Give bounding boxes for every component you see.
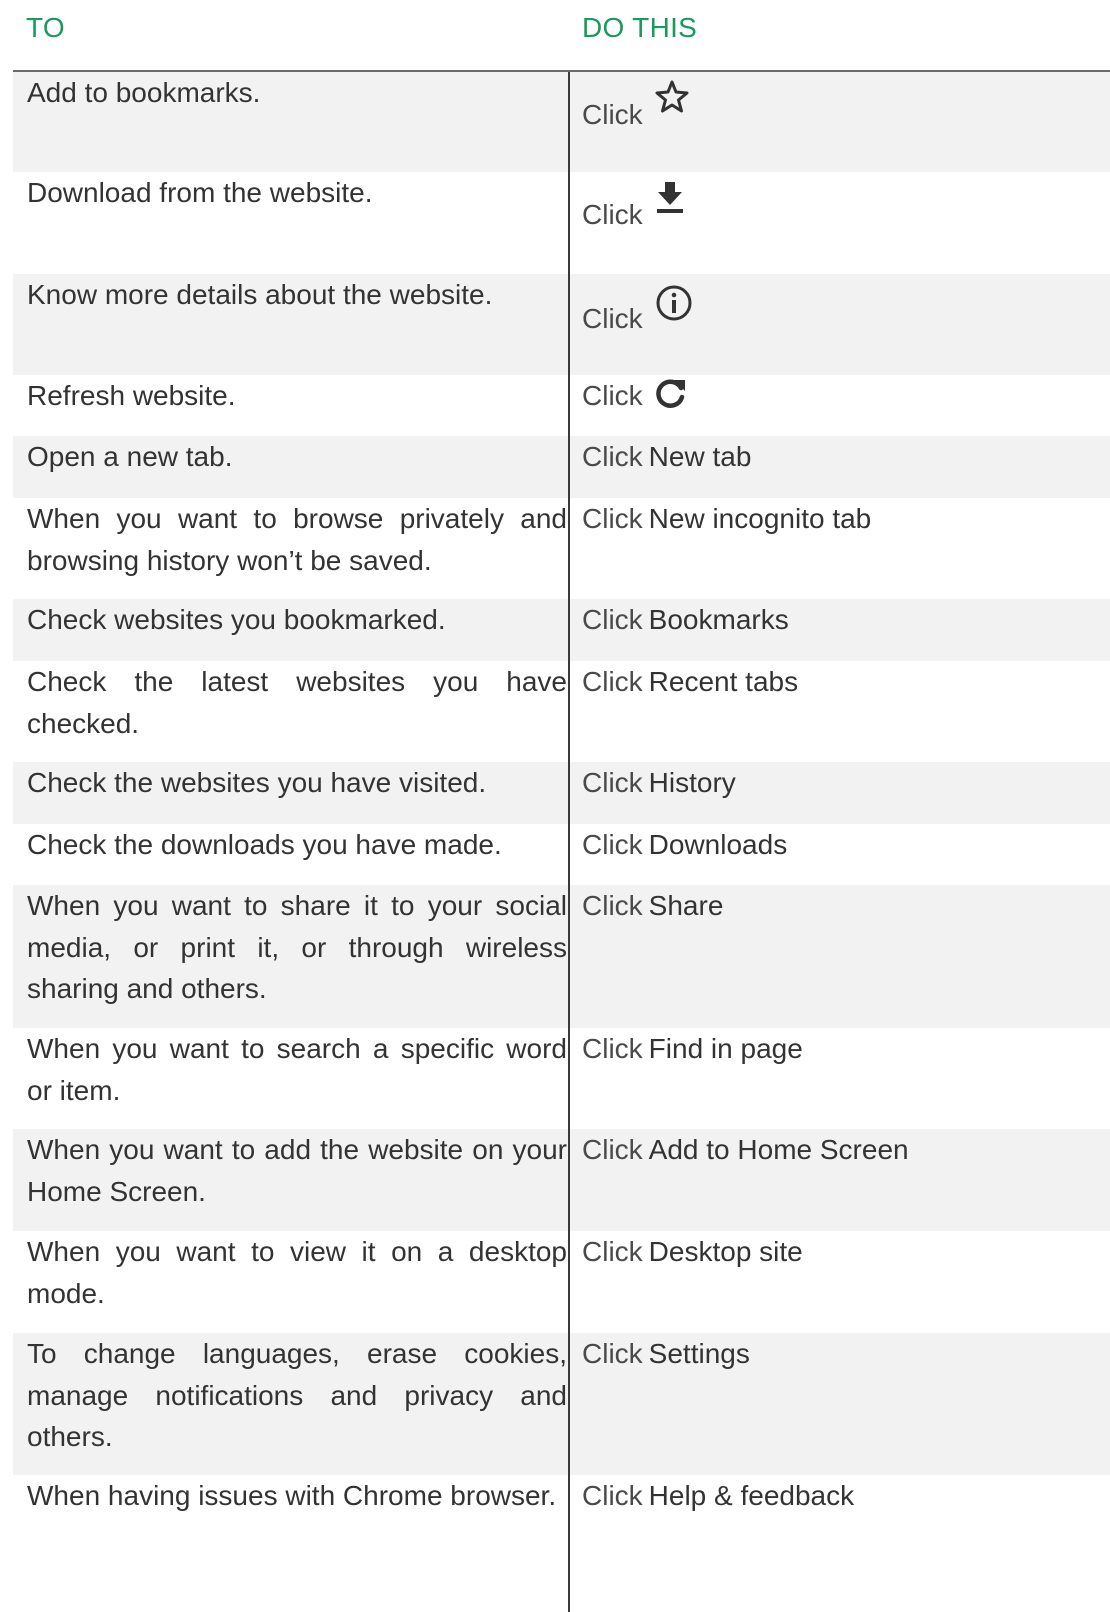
row-do-cell: Click Settings	[582, 1333, 1102, 1375]
click-label: Click	[582, 1480, 643, 1511]
download-icon	[655, 180, 685, 228]
action-label: Bookmarks	[648, 604, 789, 635]
click-label: Click	[582, 1236, 643, 1267]
click-label: Click	[582, 829, 643, 860]
table-row: Open a new tab. Click New tab	[13, 436, 1110, 498]
row-do-cell: Click	[582, 182, 1102, 236]
action-label: Recent tabs	[648, 666, 799, 697]
click-label: Click	[582, 604, 643, 635]
refresh-icon	[655, 377, 687, 421]
column-divider	[568, 72, 570, 1612]
instructions-table: Add to bookmarks. Click Download from th…	[13, 72, 1110, 1612]
action-label: History	[648, 767, 736, 798]
table-row: Check the latest websites you have check…	[13, 661, 1110, 762]
row-to-text: Add to bookmarks.	[27, 77, 261, 108]
row-do-cell: Click Help & feedback	[582, 1475, 1102, 1517]
table-row: Check the downloads you have made. Click…	[13, 824, 1110, 885]
row-to-text: Know more details about the website.	[27, 279, 493, 310]
table-row: When you want to share it to your social…	[13, 885, 1110, 1028]
click-label: Click	[582, 767, 643, 798]
click-label: Click	[582, 380, 643, 411]
action-label: Desktop site	[648, 1236, 803, 1267]
info-icon	[655, 284, 693, 334]
table-row: Check websites you bookmarked. Click Book…	[13, 599, 1110, 661]
row-do-cell: Click Downloads	[582, 824, 1102, 866]
row-do-cell: Click New tab	[582, 436, 1102, 478]
star-outline-icon	[655, 80, 689, 126]
action-label: Downloads	[648, 829, 788, 860]
header-to: TO	[26, 12, 65, 43]
table-row: Add to bookmarks. Click	[13, 72, 1110, 172]
table-row: When having issues with Chrome browser. …	[13, 1475, 1110, 1612]
click-label: Click	[582, 1338, 643, 1369]
row-to-text: When having issues with Chrome browser.	[27, 1480, 557, 1511]
click-label: Click	[582, 199, 643, 230]
row-to-text: Open a new tab.	[27, 441, 233, 472]
row-do-cell: Click Find in page	[582, 1028, 1102, 1070]
table-row: When you want to search a specific word …	[13, 1028, 1110, 1129]
click-label: Click	[582, 99, 643, 130]
table-row: Refresh website. Click	[13, 375, 1110, 436]
click-label: Click	[582, 1033, 643, 1064]
row-to-text: When you want to search a specific word …	[27, 1033, 567, 1106]
row-to-text: Download from the website.	[27, 177, 373, 208]
click-label: Click	[582, 503, 643, 534]
row-to-text: When you want to share it to your social…	[27, 890, 567, 1004]
row-to-text: Check the latest websites you have check…	[27, 666, 567, 739]
action-label: New tab	[648, 441, 752, 472]
row-do-cell: Click	[582, 285, 1102, 340]
action-label: Settings	[648, 1338, 750, 1369]
row-to-text: Check websites you bookmarked.	[27, 604, 446, 635]
click-label: Click	[582, 666, 643, 697]
table-row: Know more details about the website. Cli…	[13, 274, 1110, 375]
row-do-cell: Click Desktop site	[582, 1231, 1102, 1273]
table-row: Check the websites you have visited. Cli…	[13, 762, 1110, 824]
action-label: Find in page	[648, 1033, 803, 1064]
row-do-cell: Click History	[582, 762, 1102, 804]
row-do-cell: Click New incognito tab	[582, 498, 1102, 540]
click-label: Click	[582, 1134, 643, 1165]
table-header: TO DO THIS	[0, 0, 1110, 70]
row-to-text: Check the websites you have visited.	[27, 767, 487, 798]
action-label: Help & feedback	[648, 1480, 855, 1511]
click-label: Click	[582, 303, 643, 334]
table-row: When you want to browse privately and br…	[13, 498, 1110, 599]
click-label: Click	[582, 441, 643, 472]
row-do-cell: Click	[582, 375, 1102, 421]
row-to-text: When you want to view it on a desktop mo…	[27, 1236, 567, 1309]
row-do-cell: Click	[582, 80, 1102, 136]
row-to-text: When you want to browse privately and br…	[27, 503, 567, 576]
row-do-cell: Click Bookmarks	[582, 599, 1102, 641]
table-row: When you want to add the website on your…	[13, 1129, 1110, 1231]
row-do-cell: Click Share	[582, 885, 1102, 927]
row-to-text: Check the downloads you have made.	[27, 829, 502, 860]
table-row: To change languages, erase cookies, mana…	[13, 1333, 1110, 1475]
header-do-this: DO THIS	[582, 12, 698, 43]
row-to-text: When you want to add the website on your…	[27, 1134, 567, 1207]
row-to-text: Refresh website.	[27, 380, 236, 411]
table-row: Download from the website. Click	[13, 172, 1110, 274]
click-label: Click	[582, 890, 643, 921]
table-row: When you want to view it on a desktop mo…	[13, 1231, 1110, 1333]
action-label: New incognito tab	[648, 503, 872, 534]
row-to-text: To change languages, erase cookies, mana…	[27, 1338, 567, 1452]
row-do-cell: Click Add to Home Screen	[582, 1129, 1102, 1171]
action-label: Share	[648, 890, 724, 921]
action-label: Add to Home Screen	[648, 1134, 909, 1165]
row-do-cell: Click Recent tabs	[582, 661, 1102, 703]
